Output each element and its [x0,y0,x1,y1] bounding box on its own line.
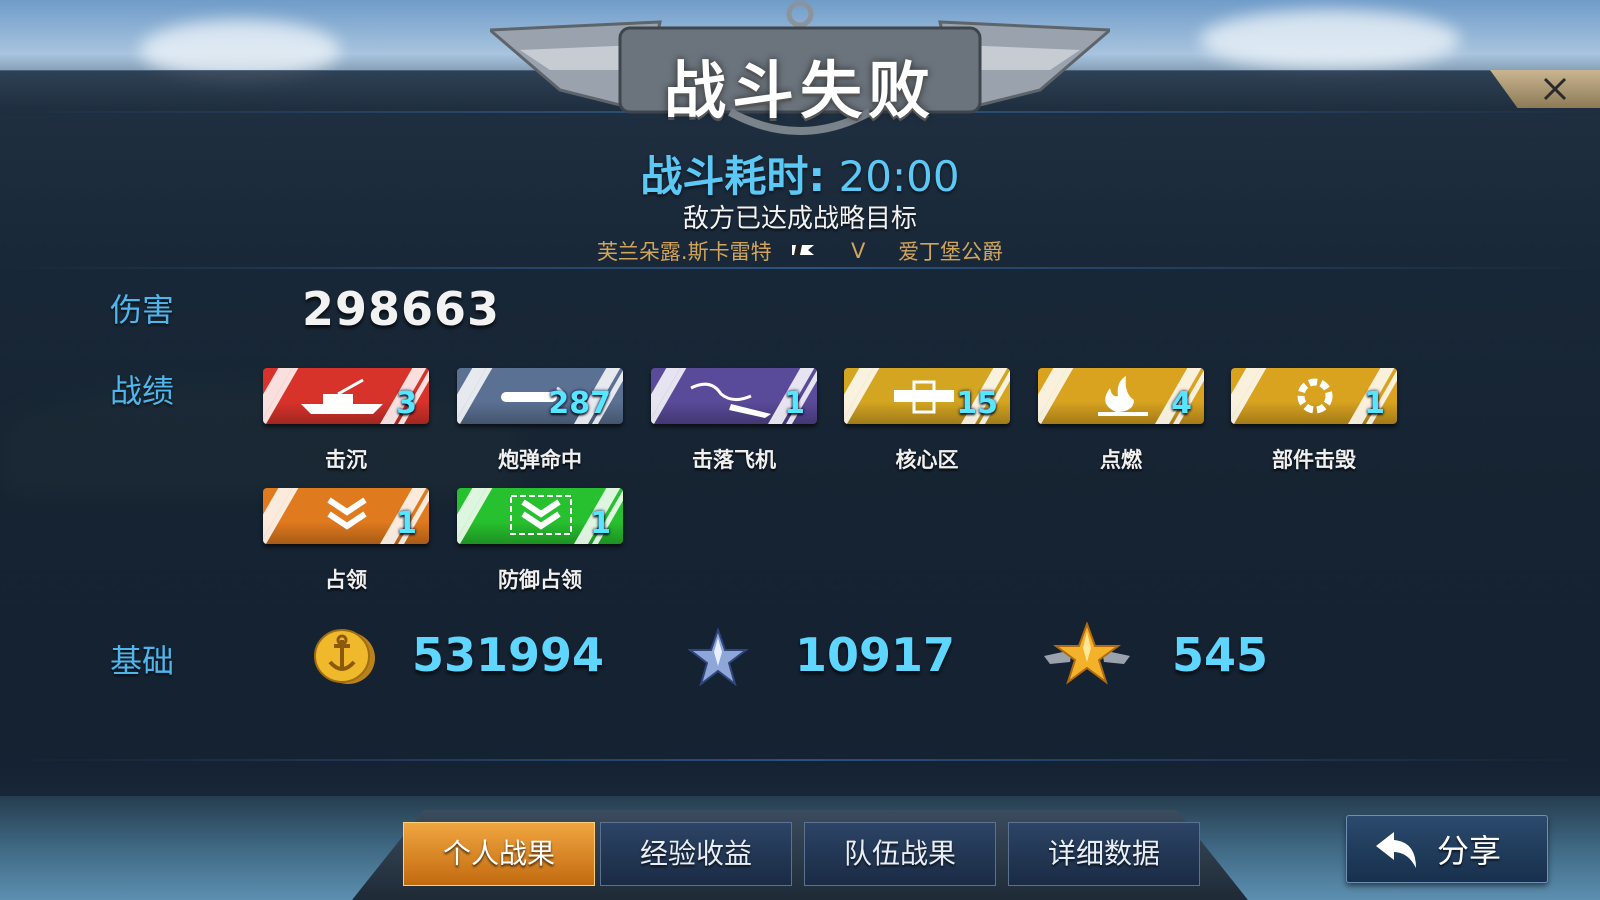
chevron-defend-icon [510,495,572,535]
rank-star-icon [1044,622,1130,685]
medal-3: 1 [651,368,817,424]
plane-down-icon [690,382,771,418]
duration-label: 战斗耗时: [640,152,826,201]
tab-detailed-data[interactable]: 详细数据 [1008,822,1200,886]
medal-caption: 防御占领 [498,568,582,592]
tab-personal-results[interactable]: 个人战果 [403,822,595,886]
rank-value: 545 [1172,628,1269,682]
medal-6: 1 [1231,368,1397,424]
share-arrow-icon [1376,832,1416,868]
damage-value: 298663 [302,282,501,336]
medal-count: 15 [956,386,998,421]
matchup: 芙兰朵露.斯卡雷特 V 爱丁堡公爵 [0,236,1600,266]
exp-value: 10917 [795,628,956,682]
result-message: 敌方已达成战略目标 [682,204,917,234]
medal-count: 1 [590,506,611,541]
share-label: 分享 [1437,832,1502,870]
base-label: 基础 [110,642,175,680]
medal-caption: 击落飞机 [692,448,776,472]
medal-1: 3 [263,368,429,424]
duration-value: 20:00 [838,152,960,201]
battle-duration: 战斗耗时: 20:00 [0,143,1600,204]
medal-count: 4 [1171,386,1192,421]
damage-label: 伤害 [110,291,175,329]
defeat-emblem: 战斗失败 [486,0,1114,150]
divider [0,267,1600,269]
enemy-ship-name: 爱丁堡公爵 [898,240,1004,264]
medal-caption: 击沉 [325,448,367,472]
medal-7: 1 [263,488,429,544]
vs-text: V [851,239,866,263]
medal-caption: 占领 [325,568,367,592]
medal-count: 1 [1364,386,1385,421]
ship-flag-icon [790,239,825,263]
exp-star-icon [688,628,748,686]
medal-caption: 点燃 [1100,448,1142,472]
medal-caption: 炮弹命中 [498,448,582,472]
gold-coin-icon [314,629,375,684]
gold-value: 531994 [412,628,605,682]
player-ship-name: 芙兰朵露.斯卡雷特 [596,240,772,264]
medal-count: 1 [396,506,417,541]
gear-broken-icon [1297,378,1333,414]
tab-team-results[interactable]: 队伍战果 [804,822,996,886]
cloud [1200,10,1460,70]
medal-4: 15 [844,368,1010,424]
medal-2: 287 [457,368,623,424]
medal-count: 3 [396,386,417,421]
medal-caption: 部件击毁 [1272,448,1356,472]
medal-count: 1 [784,386,805,421]
warship-sinking-icon [301,378,383,414]
tab-experience-gains[interactable]: 经验收益 [600,822,792,886]
divider [0,759,1600,761]
share-button[interactable]: 分享 [1346,815,1548,883]
close-icon [1543,77,1567,101]
chevron-down-icon [327,497,367,530]
achievements-label: 战绩 [110,372,175,410]
medal-caption: 核心区 [895,448,959,472]
medal-count: 287 [548,386,611,421]
fire-icon [1098,376,1148,416]
defeat-title: 战斗失败 [663,54,936,127]
medal-8: 1 [457,488,623,544]
medal-5: 4 [1038,368,1204,424]
